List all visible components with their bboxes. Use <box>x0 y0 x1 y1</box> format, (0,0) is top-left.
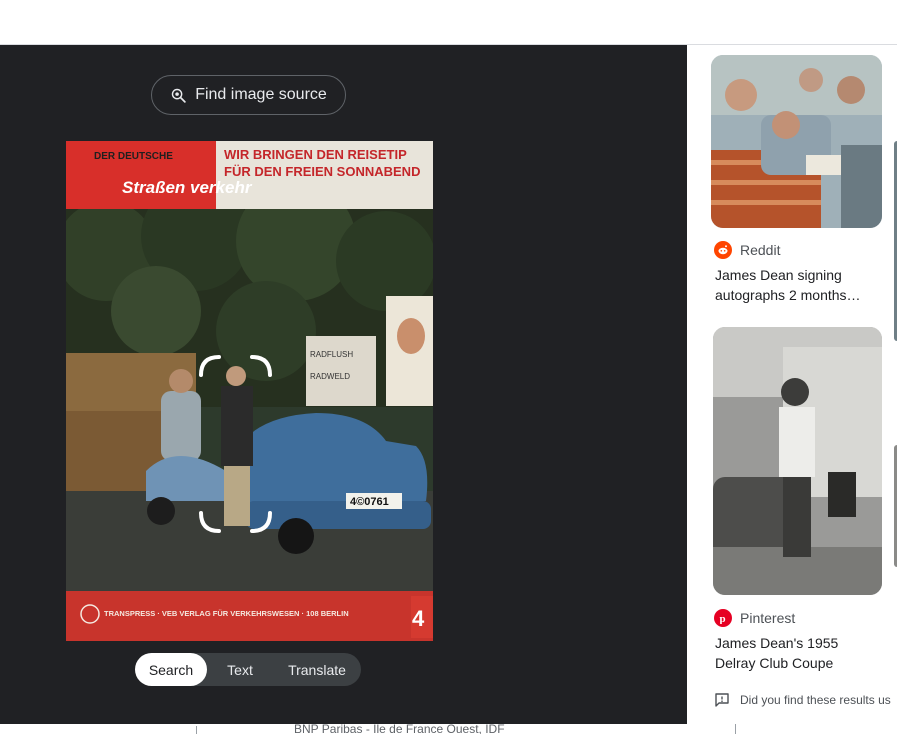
result-title-line: Delray Club Coupe <box>715 655 834 671</box>
results-panel: Reddit James Dean signing autographs 2 m… <box>687 45 897 724</box>
lens-preview-panel: Find image source DER DEUTSCHE Straßen v… <box>0 45 687 734</box>
svg-text:p: p <box>720 613 726 624</box>
result-source[interactable]: p Pinterest <box>714 609 795 627</box>
result-source-name: Reddit <box>740 242 781 258</box>
mode-translate-tab[interactable]: Translate <box>273 653 361 686</box>
result-title-line: autographs 2 months… <box>715 287 861 303</box>
pinterest-icon: p <box>714 609 732 627</box>
result-thumbnail[interactable] <box>713 327 882 595</box>
lens-search-icon <box>171 88 186 103</box>
headline-line-1: WIR BRINGEN DEN REISETIP <box>224 147 407 162</box>
magazine-footer: TRANSPRESS · VEB VERLAG FÜR VERKEHRSWESE… <box>104 609 349 618</box>
result-title[interactable]: James Dean signing autographs 2 months… <box>715 265 875 305</box>
headline-line-2: FÜR DEN FREIEN SONNABEND <box>224 164 420 179</box>
brand-line: DER DEUTSCHE <box>94 151 173 162</box>
find-image-source-button[interactable]: Find image source <box>151 75 346 115</box>
result-title[interactable]: James Dean's 1955 Delray Club Coupe <box>715 633 875 673</box>
feedback-prompt[interactable]: Did you find these results us <box>714 692 891 708</box>
result-thumbnail[interactable] <box>711 55 882 228</box>
top-bar <box>0 0 897 44</box>
result-title-line: James Dean signing <box>715 267 842 283</box>
divider <box>196 726 197 734</box>
mode-search-tab[interactable]: Search <box>135 653 207 686</box>
result-source-name: Pinterest <box>740 610 796 626</box>
feedback-icon <box>715 693 729 707</box>
mode-text-tab[interactable]: Text <box>207 653 273 686</box>
sign-1: RADFLUSH <box>310 350 353 359</box>
brand-logo: Straßen verkehr <box>122 178 253 197</box>
issue-number: 4 <box>412 606 425 631</box>
divider <box>735 723 736 734</box>
result-source[interactable]: Reddit <box>714 241 780 259</box>
sign-2: RADWELD <box>310 372 350 381</box>
mode-switcher: Search Text Translate <box>135 653 361 686</box>
bottom-location-text: BNP Paribas - Ile de France Ouest, IDF <box>294 722 505 734</box>
reddit-icon <box>714 241 732 259</box>
find-image-source-label: Find image source <box>195 86 327 103</box>
crop-selection-handles[interactable] <box>199 355 272 533</box>
result-title-line: James Dean's 1955 <box>715 635 839 651</box>
license-plate: 4©0761 <box>350 496 389 508</box>
feedback-text: Did you find these results us <box>740 693 891 707</box>
